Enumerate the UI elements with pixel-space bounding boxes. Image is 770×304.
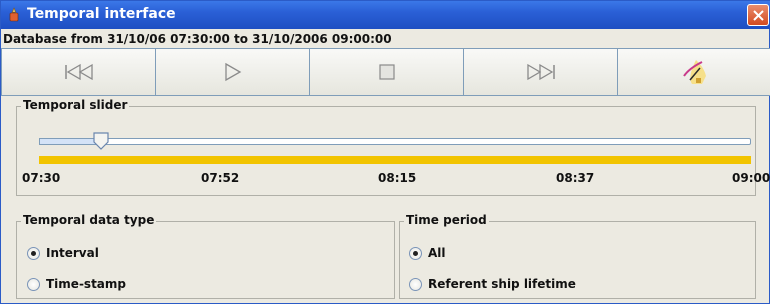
temporal-interface-window: Temporal interface Database from 31/10/0…: [0, 0, 770, 304]
radio-unselected-icon: [27, 277, 40, 291]
tick-label: 07:30: [22, 171, 61, 185]
stop-icon: [378, 64, 395, 80]
temporal-slider-label: Temporal slider: [21, 98, 130, 112]
time-stamp-radio[interactable]: Time-stamp: [27, 277, 126, 291]
trajectory-map-button[interactable]: [617, 48, 770, 96]
close-icon: [753, 10, 764, 21]
radio-unselected-icon: [409, 277, 422, 291]
tick-label: 08:15: [378, 171, 417, 185]
app-icon: [7, 7, 21, 23]
timeline-bar: [39, 156, 751, 164]
skip-to-end-button[interactable]: [463, 48, 618, 96]
tick-label: 08:37: [556, 171, 595, 185]
skip-to-start-icon: [64, 63, 93, 81]
interval-radio-label: Interval: [46, 246, 99, 260]
trajectory-map-icon: [682, 60, 706, 84]
time-period-label: Time period: [404, 213, 489, 227]
play-icon: [224, 62, 241, 82]
all-radio[interactable]: All: [409, 246, 446, 260]
all-radio-label: All: [428, 246, 446, 260]
interval-radio[interactable]: Interval: [27, 246, 99, 260]
playback-toolbar: [1, 48, 770, 96]
temporal-slider-track[interactable]: [39, 138, 751, 145]
close-button[interactable]: [747, 4, 769, 26]
tick-label: 07:52: [201, 171, 240, 185]
radio-selected-icon: [27, 246, 40, 260]
temporal-slider-thumb[interactable]: [93, 132, 109, 150]
stop-button[interactable]: [309, 48, 464, 96]
title-bar[interactable]: Temporal interface: [1, 1, 770, 29]
window-title: Temporal interface: [27, 6, 176, 22]
radio-selected-icon: [409, 246, 422, 260]
referent-ship-lifetime-radio-label: Referent ship lifetime: [428, 277, 576, 291]
referent-ship-lifetime-radio[interactable]: Referent ship lifetime: [409, 277, 576, 291]
time-stamp-radio-label: Time-stamp: [46, 277, 126, 291]
temporal-slider-fill: [39, 138, 101, 145]
database-range-text: Database from 31/10/06 07:30:00 to 31/10…: [3, 32, 392, 46]
temporal-data-type-label: Temporal data type: [21, 213, 157, 227]
skip-to-start-button[interactable]: [1, 48, 156, 96]
play-button[interactable]: [155, 48, 310, 96]
skip-to-end-icon: [526, 63, 555, 81]
tick-label: 09:00: [732, 171, 770, 185]
